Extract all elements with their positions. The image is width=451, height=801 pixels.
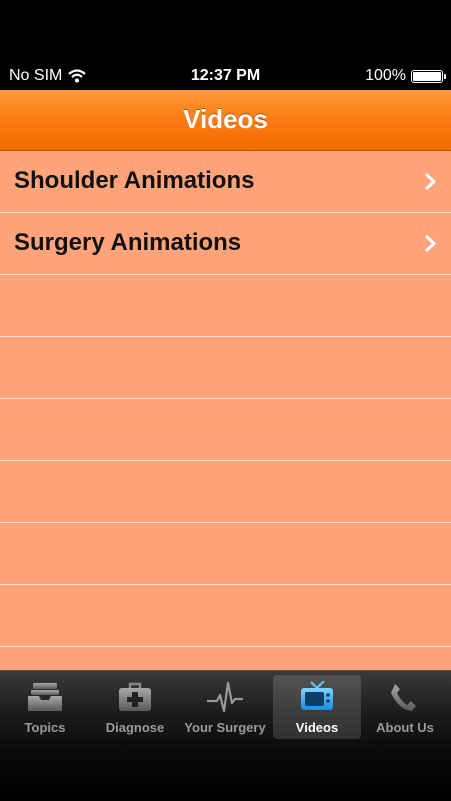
chevron-right-icon bbox=[425, 235, 436, 252]
battery-percent: 100% bbox=[365, 67, 406, 84]
status-right: 100% bbox=[365, 67, 446, 85]
navigation-bar: Videos bbox=[0, 90, 451, 151]
list-item-surgery-animations[interactable]: Surgery Animations bbox=[0, 213, 451, 275]
page-title: Videos bbox=[183, 104, 268, 134]
chevron-right-icon bbox=[425, 173, 436, 190]
battery-icon bbox=[411, 69, 446, 83]
empty-list-row bbox=[0, 461, 451, 523]
tab-videos[interactable]: Videos bbox=[273, 675, 361, 739]
empty-list-row bbox=[0, 275, 451, 337]
inbox-tray-icon bbox=[28, 683, 62, 711]
empty-list-row bbox=[0, 647, 451, 670]
tab-label: Videos bbox=[295, 720, 339, 735]
tab-diagnose[interactable]: Diagnose bbox=[91, 675, 179, 739]
empty-list-row bbox=[0, 523, 451, 585]
tab-label: Topics bbox=[24, 720, 66, 735]
tab-label: Your Surgery bbox=[184, 720, 266, 735]
tab-bar: Topics Diagnose Your Surgery Videos Abou… bbox=[0, 670, 451, 801]
phone-icon bbox=[391, 684, 416, 711]
list-item-shoulder-animations[interactable]: Shoulder Animations bbox=[0, 151, 451, 213]
tab-topics[interactable]: Topics bbox=[1, 675, 89, 739]
tab-about-us[interactable]: About Us bbox=[361, 675, 449, 739]
heartbeat-icon bbox=[207, 681, 243, 713]
tab-label: About Us bbox=[376, 720, 434, 735]
video-list[interactable]: Shoulder Animations Surgery Animations bbox=[0, 151, 451, 670]
status-bar: No SIM 12:37 PM 100% bbox=[0, 62, 451, 90]
tab-label: Diagnose bbox=[105, 720, 165, 735]
empty-list-row bbox=[0, 585, 451, 647]
tv-icon bbox=[301, 681, 333, 710]
list-item-label: Surgery Animations bbox=[14, 229, 242, 256]
tab-your-surgery[interactable]: Your Surgery bbox=[181, 675, 269, 739]
list-item-label: Shoulder Animations bbox=[14, 167, 255, 194]
medical-kit-icon bbox=[119, 682, 151, 711]
empty-list-row bbox=[0, 399, 451, 461]
empty-list-row bbox=[0, 337, 451, 399]
